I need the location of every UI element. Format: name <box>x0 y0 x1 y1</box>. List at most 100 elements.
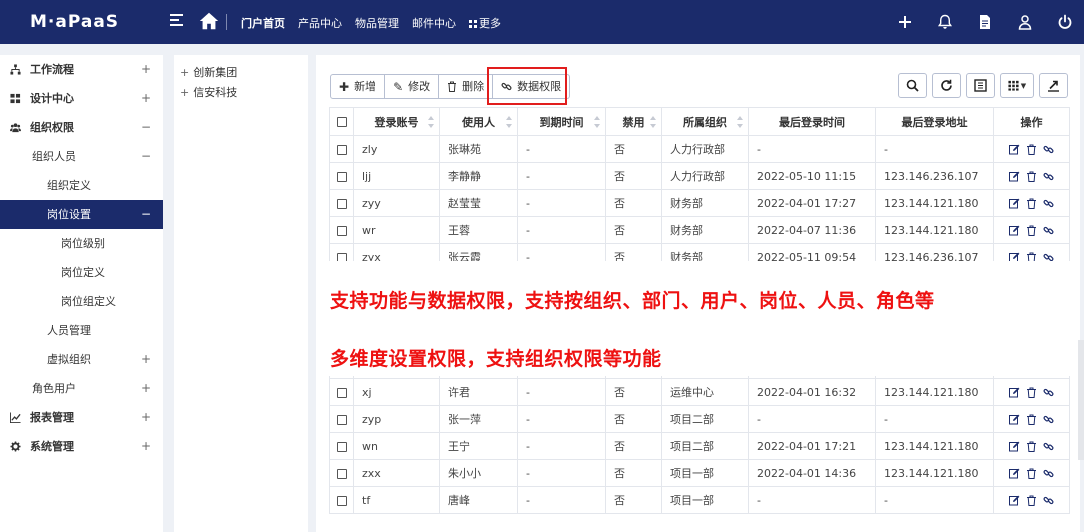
checkbox[interactable] <box>336 198 347 209</box>
expand-icon[interactable]: + <box>141 374 151 403</box>
column-header-last-login-time[interactable]: 最后登录时间 <box>748 107 876 136</box>
row-checkbox[interactable] <box>329 486 354 514</box>
link-icon[interactable] <box>1043 198 1054 209</box>
table-row[interactable]: tf 唐峰 - 否项目一部 - - <box>329 486 1070 514</box>
trash-icon[interactable] <box>1026 171 1037 182</box>
row-checkbox[interactable] <box>329 432 354 460</box>
edit-icon[interactable] <box>1009 171 1020 182</box>
scrollbar[interactable] <box>1078 340 1084 460</box>
trash-icon[interactable] <box>1026 144 1037 155</box>
add-button[interactable]: ✚ 新增 <box>330 74 386 99</box>
link-icon[interactable] <box>1043 441 1054 452</box>
link-icon[interactable] <box>1043 225 1054 236</box>
edit-button[interactable]: ✎ 修改 <box>385 74 440 99</box>
data-permission-button[interactable]: 数据权限 <box>493 74 571 99</box>
home-icon[interactable] <box>198 10 220 35</box>
row-checkbox[interactable] <box>329 216 354 244</box>
sidebar-item-post-level[interactable]: 岗位级别 <box>0 229 163 258</box>
collapse-icon[interactable]: − <box>141 113 151 142</box>
trash-icon[interactable] <box>1026 387 1037 398</box>
column-header-last-login-address[interactable]: 最后登录地址 <box>875 107 994 136</box>
tree-node[interactable]: + 创新集团 <box>174 63 308 83</box>
row-checkbox[interactable] <box>329 405 354 433</box>
row-checkbox[interactable] <box>329 162 354 190</box>
column-header-org[interactable]: 所属组织 <box>661 107 749 136</box>
table-row[interactable]: ljj 李静静 - 否人力行政部 2022-05-10 11:15 123.146.236… <box>329 162 1070 190</box>
column-header-user[interactable]: 使用人 <box>439 107 518 136</box>
nav-item-goods[interactable]: 物品管理 <box>355 15 399 31</box>
expand-icon[interactable]: + <box>180 66 189 79</box>
refresh-button[interactable] <box>932 73 961 98</box>
sidebar-item-org-permission[interactable]: 组织权限 − <box>0 113 163 142</box>
expand-icon[interactable]: + <box>141 403 151 432</box>
column-header-disabled[interactable]: 禁用 <box>605 107 662 136</box>
trash-icon[interactable] <box>1026 495 1037 506</box>
link-icon[interactable] <box>1043 414 1054 425</box>
sort-icon[interactable] <box>594 116 600 128</box>
link-icon[interactable] <box>1043 387 1054 398</box>
menu-toggle-icon[interactable] <box>170 14 183 28</box>
edit-icon[interactable] <box>1009 414 1020 425</box>
checkbox[interactable] <box>336 144 347 155</box>
sort-icon[interactable] <box>737 116 743 128</box>
sidebar-item-post-definition[interactable]: 岗位定义 <box>0 258 163 287</box>
sidebar-item-design[interactable]: 设计中心 + <box>0 84 163 113</box>
user-icon[interactable] <box>1014 11 1036 33</box>
sidebar-item-org-staff[interactable]: 组织人员 − <box>0 142 163 171</box>
expand-icon[interactable]: + <box>141 84 151 113</box>
trash-icon[interactable] <box>1026 441 1037 452</box>
row-checkbox[interactable] <box>329 459 354 487</box>
edit-icon[interactable] <box>1009 225 1020 236</box>
sidebar-item-post-settings[interactable]: 岗位设置 − <box>0 200 163 229</box>
column-header-account[interactable]: 登录账号 <box>353 107 440 136</box>
nav-item-products[interactable]: 产品中心 <box>298 15 342 31</box>
collapse-icon[interactable]: − <box>141 142 151 171</box>
expand-icon[interactable]: + <box>141 432 151 461</box>
link-icon[interactable] <box>1043 468 1054 479</box>
table-row[interactable]: zxx 朱小小 - 否项目一部 2022-04-01 14:36 123.144.121.… <box>329 459 1070 487</box>
edit-icon[interactable] <box>1009 387 1020 398</box>
trash-icon[interactable] <box>1026 414 1037 425</box>
column-header-expire[interactable]: 到期时间 <box>517 107 606 136</box>
sidebar-item-system[interactable]: 系统管理 + <box>0 432 163 461</box>
checkbox[interactable] <box>336 414 347 425</box>
sidebar-item-post-group[interactable]: 岗位组定义 <box>0 287 163 316</box>
sidebar-item-virtual-org[interactable]: 虚拟组织 + <box>0 345 163 374</box>
checkbox[interactable] <box>336 495 347 506</box>
row-checkbox[interactable] <box>329 135 354 163</box>
document-icon[interactable] <box>974 11 996 33</box>
delete-button[interactable]: 删除 <box>439 74 494 99</box>
sidebar-item-org-definition[interactable]: 组织定义 <box>0 171 163 200</box>
nav-item-more[interactable]: 更多 <box>469 15 501 31</box>
link-icon[interactable] <box>1043 144 1054 155</box>
checkbox[interactable] <box>336 117 347 127</box>
expand-icon[interactable]: + <box>141 345 151 374</box>
edit-icon[interactable] <box>1009 198 1020 209</box>
table-row[interactable]: zyp 张一萍 - 否项目二部 - - <box>329 405 1070 433</box>
sort-icon[interactable] <box>506 116 512 128</box>
export-button[interactable] <box>1039 73 1068 98</box>
edit-icon[interactable] <box>1009 495 1020 506</box>
sidebar-item-reports[interactable]: 报表管理 + <box>0 403 163 432</box>
search-button[interactable] <box>898 73 927 98</box>
table-row[interactable]: zly 张琳苑 - 否人力行政部 - - <box>329 135 1070 163</box>
checkbox[interactable] <box>336 468 347 479</box>
trash-icon[interactable] <box>1026 225 1037 236</box>
bell-icon[interactable] <box>934 11 956 33</box>
select-all-checkbox[interactable] <box>329 107 354 136</box>
link-icon[interactable] <box>1043 171 1054 182</box>
edit-icon[interactable] <box>1009 468 1020 479</box>
table-row[interactable]: wn 王宁 - 否项目二部 2022-04-01 17:21 123.144.121.18… <box>329 432 1070 460</box>
expand-icon[interactable]: + <box>141 55 151 84</box>
trash-icon[interactable] <box>1026 198 1037 209</box>
columns-button[interactable]: ▼ <box>1000 73 1034 98</box>
table-row[interactable]: wr 王蓉 - 否财务部 2022-04-07 11:36 123.144.121.180 <box>329 216 1070 244</box>
plus-icon[interactable] <box>894 11 916 33</box>
sidebar-item-role-users[interactable]: 角色用户 + <box>0 374 163 403</box>
sort-icon[interactable] <box>428 116 434 128</box>
nav-item-home[interactable]: 门户首页 <box>241 15 285 31</box>
sidebar-item-staff-management[interactable]: 人员管理 <box>0 316 163 345</box>
row-checkbox[interactable] <box>329 378 354 406</box>
edit-icon[interactable] <box>1009 144 1020 155</box>
checkbox[interactable] <box>336 387 347 398</box>
